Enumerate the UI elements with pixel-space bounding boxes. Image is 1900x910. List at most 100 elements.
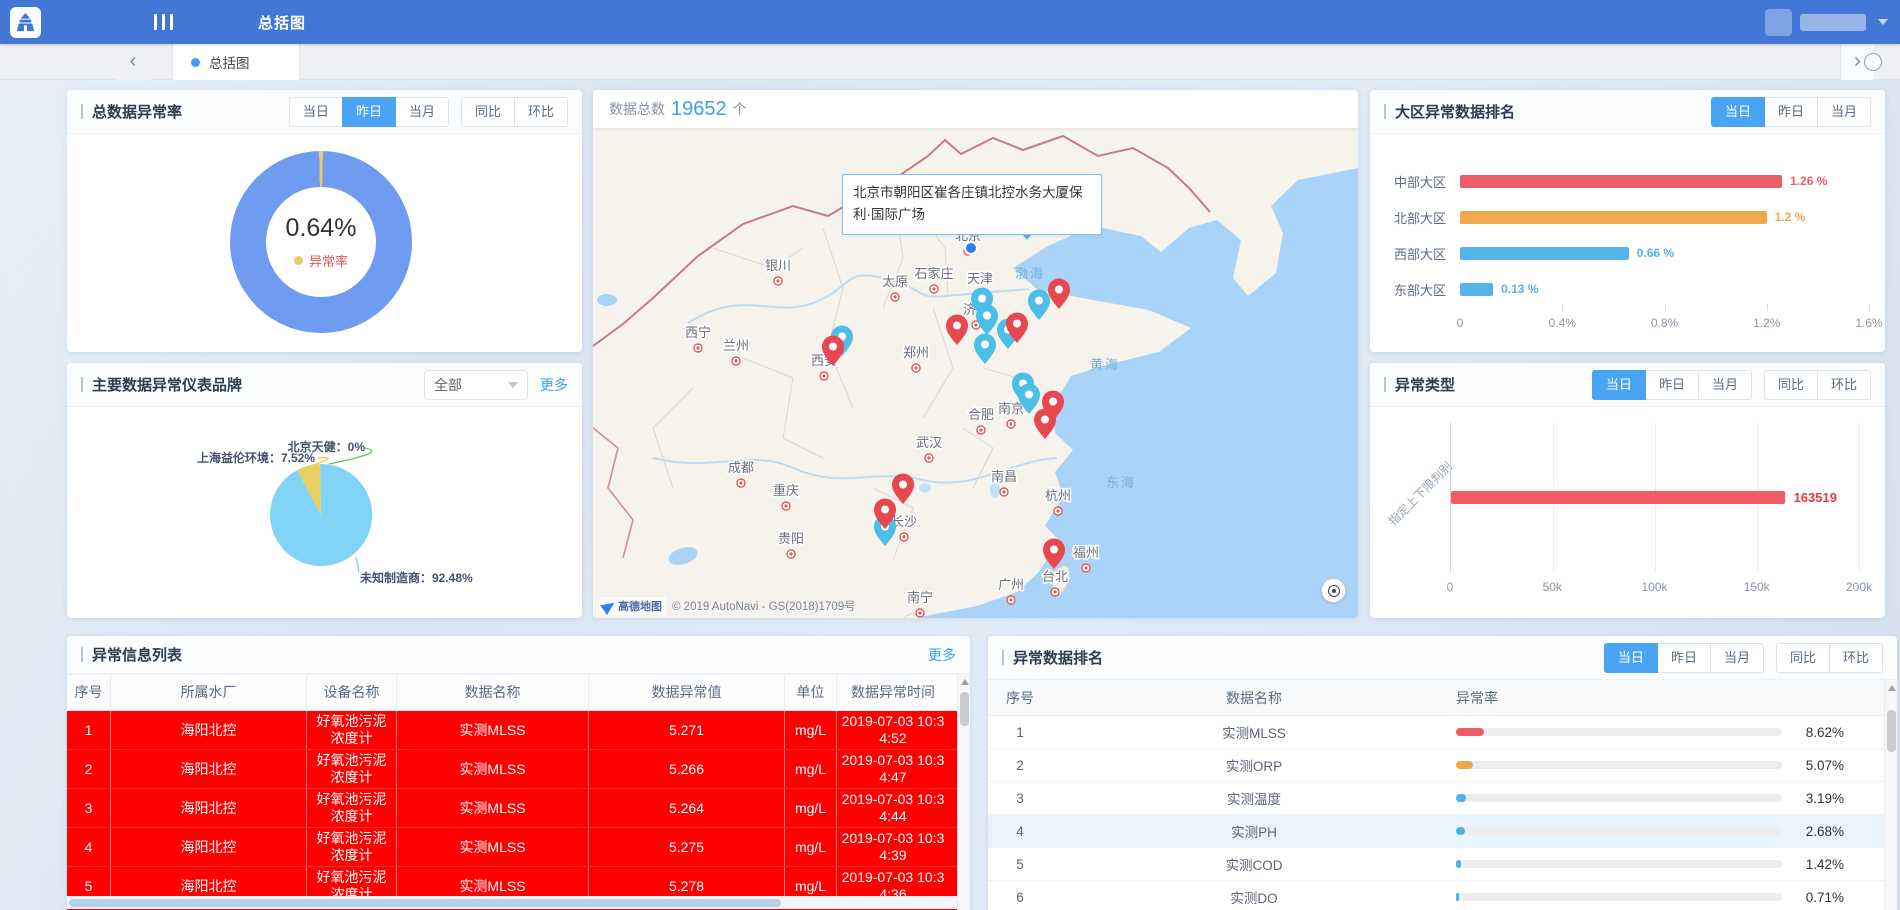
alarm-table-row[interactable]: 3 海阳北控 好氧池污泥浓度计 实测MLSS 5.264 mg/L 2019-0… — [67, 789, 957, 828]
tab-mom[interactable]: 环比 — [1817, 370, 1871, 400]
region-bar-row[interactable]: 西部大区 0.66 % — [1384, 246, 1869, 260]
tab-mom[interactable]: 环比 — [1829, 643, 1883, 673]
rate-value: 8.62% — [1792, 725, 1844, 740]
rank-table-row[interactable]: 3 实测温度 3.19% — [988, 782, 1884, 815]
tab-this-month[interactable]: 当月 — [1817, 97, 1871, 127]
brand-pie-chart[interactable]: 北京天健：0% 上海益伦环境：7.52% 未知制造商：92.48% — [67, 407, 582, 618]
tab-this-month[interactable]: 当月 — [395, 97, 449, 127]
map-attribution: 高德地图 © 2019 AutoNavi - GS(2018)1709号 — [599, 597, 856, 615]
horizontal-scrollbar[interactable] — [67, 896, 957, 909]
scroll-up-icon[interactable] — [1888, 685, 1896, 691]
more-link[interactable]: 更多 — [540, 375, 568, 395]
app-logo[interactable] — [10, 7, 41, 38]
alarm-table-row[interactable]: 4 海阳北控 好氧池污泥浓度计 实测MLSS 5.275 mg/L 2019-0… — [67, 828, 957, 867]
tab-options-icon[interactable] — [1864, 53, 1882, 71]
tab-this-month[interactable]: 当月 — [1710, 643, 1764, 673]
tab-yesterday[interactable]: 昨日 — [1657, 643, 1711, 673]
donut-ring[interactable]: 0.64% 异常率 — [230, 151, 412, 333]
bar-track: 1.2 % — [1460, 211, 1869, 224]
panel-title: 主要数据异常仪表品牌 — [81, 374, 242, 395]
bar-category-label: 西部大区 — [1384, 244, 1446, 263]
legend-label: 异常率 — [309, 251, 348, 270]
scroll-thumb[interactable] — [1887, 710, 1896, 752]
tab-yoy[interactable]: 同比 — [1776, 643, 1830, 673]
tabs-scroll-right-button[interactable]: › — [1840, 44, 1874, 80]
plot-area: 163519 — [1450, 423, 1859, 572]
locate-button[interactable] — [1321, 578, 1346, 603]
alarm-table-row[interactable]: 2 海阳北控 好氧池污泥浓度计 实测MLSS 5.266 mg/L 2019-0… — [67, 750, 957, 789]
rank-table-row[interactable]: 6 实测DO 0.71% — [988, 881, 1884, 910]
vertical-scrollbar[interactable] — [1884, 680, 1897, 910]
region-bar-row[interactable]: 东部大区 0.13 % — [1384, 282, 1869, 296]
tab-yesterday[interactable]: 昨日 — [1645, 370, 1699, 400]
cell-device: 好氧池污泥浓度计 — [307, 789, 397, 827]
vertical-scrollbar[interactable] — [957, 674, 970, 910]
cell-time: 2019-07-03 10:34:39 — [837, 828, 949, 866]
tab-today[interactable]: 当日 — [289, 97, 343, 127]
rate-bar-fill — [1456, 761, 1473, 769]
sea-label: 黄海 — [1090, 357, 1120, 372]
rank-table-row[interactable]: 5 实测COD 1.42% — [988, 848, 1884, 881]
scroll-thumb[interactable] — [960, 692, 969, 726]
tab-mom[interactable]: 环比 — [514, 97, 568, 127]
svg-text:太原: 太原 — [882, 274, 908, 289]
cell-rate: 1.42% — [1456, 857, 1884, 872]
region-bar-row[interactable]: 北部大区 1.2 % — [1384, 210, 1869, 224]
scroll-up-icon[interactable] — [961, 679, 969, 685]
rate-bar-track — [1456, 893, 1782, 901]
cell-device: 好氧池污泥浓度计 — [307, 828, 397, 866]
tab-yoy[interactable]: 同比 — [1764, 370, 1818, 400]
anomaly-type-bar-chart: 指定上下限判别 163519 0 50k 100k 150k 200k — [1370, 407, 1885, 618]
cell-no: 1 — [67, 711, 111, 749]
menu-collapse-icon[interactable] — [154, 14, 173, 30]
select-value: 全部 — [434, 375, 462, 395]
donut-legend[interactable]: 异常率 — [294, 251, 348, 270]
rank-table-row[interactable]: 4 实测PH 2.68% — [988, 815, 1884, 848]
donut-center-value: 0.64% — [286, 214, 357, 243]
cell-unit: mg/L — [785, 789, 837, 827]
user-avatar[interactable] — [1765, 9, 1792, 36]
tab-yesterday[interactable]: 昨日 — [1764, 97, 1818, 127]
svg-text:郑州: 郑州 — [903, 345, 929, 360]
rate-value: 0.71% — [1792, 890, 1844, 905]
bar-fill — [1460, 283, 1493, 296]
region-bar-row[interactable]: 中部大区 1.26 % — [1384, 174, 1869, 188]
svg-text:西宁: 西宁 — [685, 325, 711, 340]
amap-logo[interactable]: 高德地图 — [599, 597, 666, 615]
tab-yoy[interactable]: 同比 — [461, 97, 515, 127]
col-value: 数据异常值 — [589, 675, 785, 710]
svg-text:兰州: 兰州 — [723, 338, 749, 353]
brand-filter-select[interactable]: 全部 — [424, 370, 528, 400]
tab-this-month[interactable]: 当月 — [1698, 370, 1752, 400]
panel-title: 异常类型 — [1384, 374, 1455, 395]
china-map[interactable]: 渤海黄海东海 北京银川太原石家庄天津济南西宁兰州西安郑州合肥南京武汉成都重庆南昌… — [593, 128, 1358, 618]
map-tooltip: 北京市朝阳区崔各庄镇北控水务大厦保利·国际广场 — [842, 174, 1102, 235]
tab-today[interactable]: 当日 — [1592, 370, 1646, 400]
active-tab-dot-icon — [191, 58, 200, 67]
cell-time: 2019-07-03 10:34:47 — [837, 750, 949, 788]
pie-label-shanghai-yilun: 上海益伦环境：7.52% — [197, 450, 315, 465]
rank-table-row[interactable]: 1 实测MLSS 8.62% — [988, 716, 1884, 749]
alarm-table-row[interactable]: 1 海阳北控 好氧池污泥浓度计 实测MLSS 5.271 mg/L 2019-0… — [67, 711, 957, 750]
legend-dot-icon — [294, 256, 303, 265]
rank-table-row[interactable]: 2 实测ORP 5.07% — [988, 749, 1884, 782]
tab-today[interactable]: 当日 — [1604, 643, 1658, 673]
tabs-scroll-left-button[interactable]: ‹ — [116, 44, 150, 80]
period-tab-group: 当日 昨日 当月 — [1604, 643, 1764, 673]
col-rate: 异常率 — [1456, 688, 1884, 708]
sea-label: 东海 — [1106, 475, 1136, 490]
tab-label: 总括图 — [209, 52, 250, 72]
svg-text:重庆: 重庆 — [773, 483, 799, 498]
cell-metric: 实测MLSS — [397, 711, 589, 749]
user-menu-caret-icon[interactable] — [1878, 19, 1888, 25]
bar-fill[interactable] — [1451, 491, 1785, 504]
more-link[interactable]: 更多 — [928, 645, 956, 665]
tab-overview[interactable]: 总括图 — [172, 44, 300, 80]
tab-today[interactable]: 当日 — [1711, 97, 1765, 127]
cell-no: 1 — [988, 725, 1052, 740]
page-title: 总括图 — [258, 12, 306, 33]
donut-chart: 0.64% 异常率 — [67, 134, 582, 352]
tab-yesterday[interactable]: 昨日 — [342, 97, 396, 127]
col-metric: 数据名称 — [397, 675, 589, 710]
scroll-thumb[interactable] — [69, 899, 781, 907]
